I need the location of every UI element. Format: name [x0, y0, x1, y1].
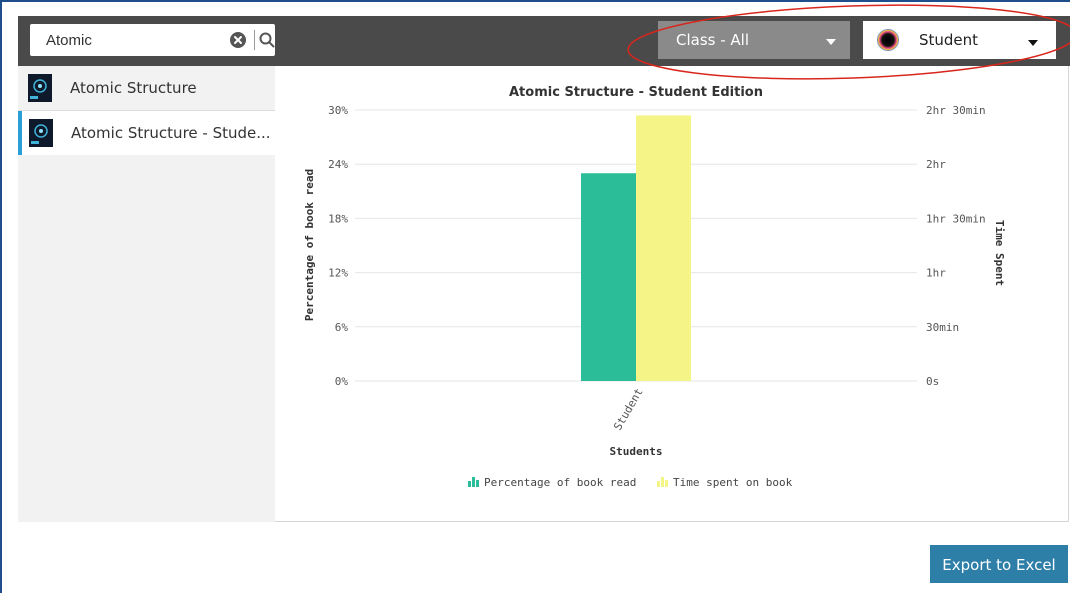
legend-item: Percentage of book read [468, 476, 636, 489]
book-title: Atomic Structure - Stude... [71, 124, 271, 142]
chart-right-axis: 0s 30min 1hr 1hr 30min 2hr 2hr 30min [926, 104, 986, 388]
export-to-excel-button[interactable]: Export to Excel [930, 545, 1068, 583]
chart-left-axis: 0% 6% 12% 18% 24% 30% [328, 104, 348, 388]
y2-tick-label: 2hr [926, 158, 946, 171]
legend-label: Time spent on book [673, 476, 793, 489]
y2-axis-title: Time Spent [993, 220, 1006, 286]
y-tick-label: 6% [335, 321, 349, 334]
legend-swatch-icon [665, 480, 668, 487]
book-cover-icon [28, 74, 52, 102]
chart-legend: Percentage of book read Time spent on boo… [468, 476, 793, 489]
book-list-item[interactable]: Atomic Structure [18, 66, 275, 111]
reading-progress-chart: Atomic Structure - Student Edition 0% 6% 1… [303, 85, 1006, 489]
bar-percentage-read [581, 173, 636, 381]
y2-tick-label: 1hr 30min [926, 212, 986, 225]
legend-label: Percentage of book read [484, 476, 636, 489]
x-tick-label: Student [611, 386, 645, 433]
book-list-item-selected[interactable]: Atomic Structure - Stude... [18, 111, 275, 155]
y2-tick-label: 0s [926, 375, 939, 388]
legend-swatch-icon [661, 477, 664, 487]
book-title: Atomic Structure [70, 79, 197, 97]
legend-swatch-icon [472, 477, 475, 487]
y-tick-label: 0% [335, 375, 349, 388]
x-axis-title: Students [610, 445, 663, 458]
y-axis-title: Percentage of book read [303, 169, 316, 321]
chart-bars [581, 115, 691, 382]
y2-tick-label: 30min [926, 321, 959, 334]
y-tick-label: 18% [328, 212, 348, 225]
y2-tick-label: 1hr [926, 267, 946, 280]
y-tick-label: 30% [328, 104, 348, 117]
legend-item: Time spent on book [657, 476, 793, 489]
legend-swatch-icon [476, 480, 479, 487]
y-tick-label: 24% [328, 158, 348, 171]
legend-swatch-icon [657, 481, 660, 487]
chart-title: Atomic Structure - Student Edition [509, 85, 763, 100]
y2-tick-label: 2hr 30min [926, 104, 986, 117]
bar-time-spent [636, 115, 691, 382]
legend-swatch-icon [468, 481, 471, 487]
book-cover-icon [29, 119, 53, 147]
y-tick-label: 12% [328, 267, 348, 280]
book-list-sidebar: Atomic Structure Atomic Structure - Stud… [18, 66, 275, 522]
